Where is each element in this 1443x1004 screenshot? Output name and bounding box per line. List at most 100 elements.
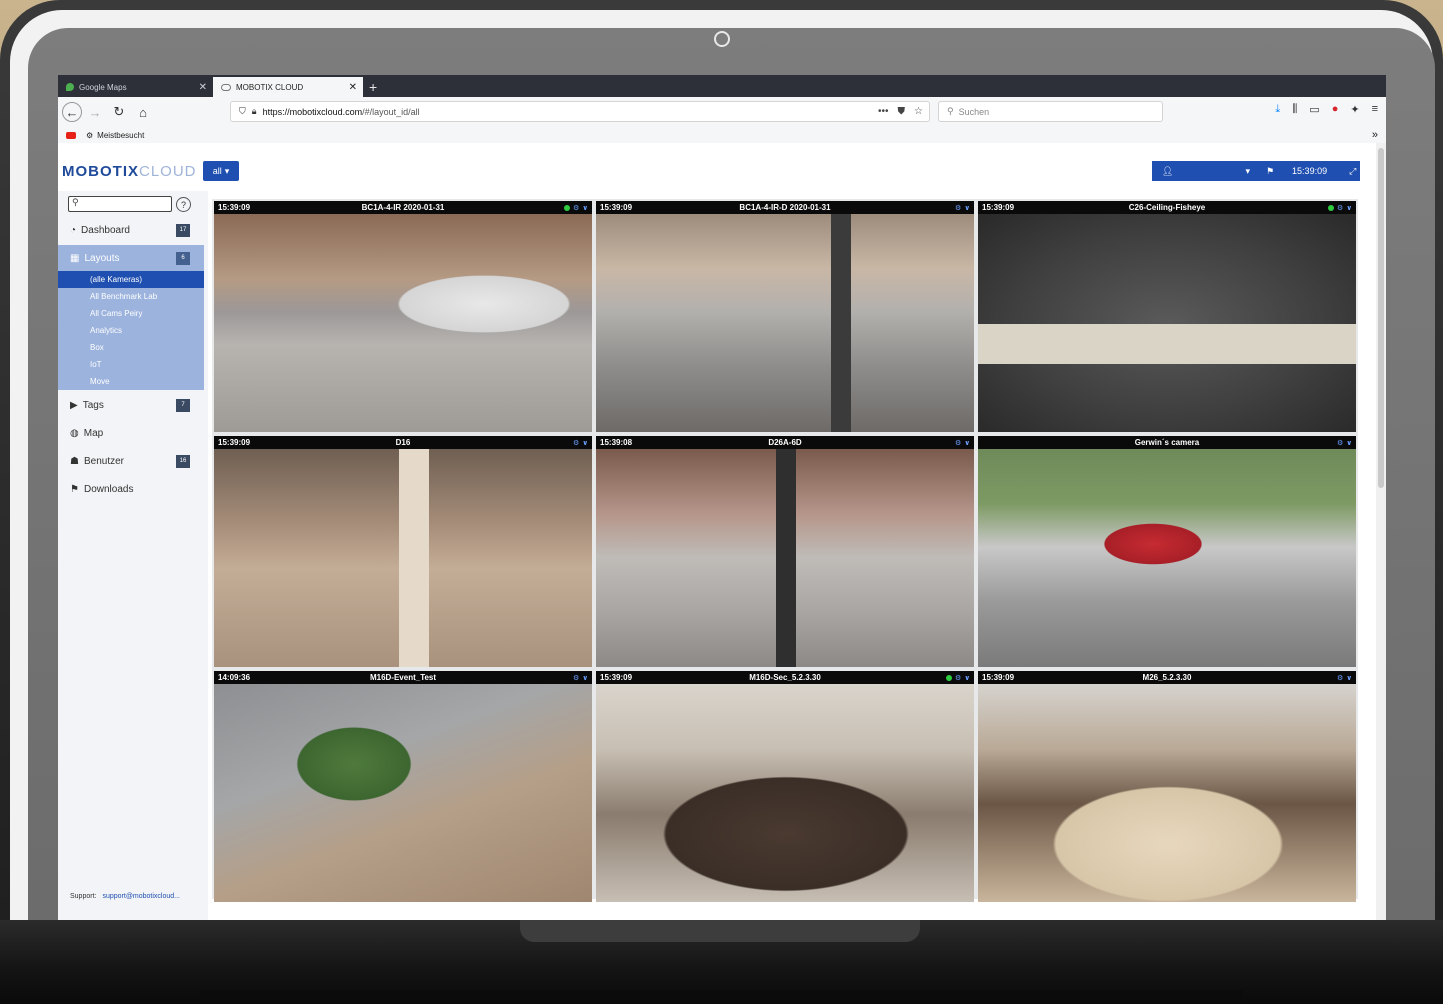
camera-name: BC1A-4-IR-D 2020-01-31 xyxy=(739,203,831,212)
sidebar-item-tags[interactable]: ▶ Tags 7 xyxy=(58,392,204,418)
home-icon[interactable]: ⌂ xyxy=(132,101,154,123)
sidebar-search-input[interactable]: ⚲ xyxy=(68,196,172,212)
mobotix-logo[interactable]: MOBOTIXCLOUD xyxy=(62,163,197,180)
camera-tile[interactable]: 15:39:09 D16 ⚙ ∨ xyxy=(214,436,592,667)
camera-tile[interactable]: 15:39:09 M16D-Sec_5.2.3.30 ⚙ ∨ xyxy=(596,671,974,902)
sidebar-icon[interactable]: ▭ xyxy=(1309,103,1319,116)
chevron-down-icon[interactable]: ∨ xyxy=(1346,204,1352,212)
video-camera-icon: ▶ xyxy=(70,399,78,411)
new-tab-button[interactable]: + xyxy=(363,77,383,97)
download-icon[interactable]: ⤓ xyxy=(1275,103,1280,116)
bookmarks-bar: ⚙ Meistbesucht » xyxy=(58,127,1386,143)
library-icon[interactable]: ⫼ xyxy=(1292,103,1297,116)
scope-dropdown[interactable]: all ▾ xyxy=(203,161,239,181)
layout-item[interactable]: (alle Kameras) xyxy=(58,271,204,288)
layout-item[interactable]: Analytics xyxy=(58,322,204,339)
help-icon[interactable]: ? xyxy=(176,197,191,212)
url-text: https://mobotixcloud.com/#/layout_id/all xyxy=(262,106,420,117)
camera-feed xyxy=(596,449,974,667)
chevron-down-icon[interactable]: ∨ xyxy=(1346,439,1352,447)
tab-google-maps[interactable]: Google Maps ✕ xyxy=(58,77,213,97)
layout-item[interactable]: Move xyxy=(58,373,204,390)
chevron-down-icon[interactable]: ∨ xyxy=(964,674,970,682)
more-actions-icon[interactable]: ••• xyxy=(878,106,889,117)
layout-item[interactable]: All Benchmark Lab xyxy=(58,288,204,305)
camera-title-bar: 15:39:09 BC1A-4-IR 2020-01-31 ⚙ ∨ xyxy=(214,201,592,214)
camera-title-bar: Gerwin´s camera ⚙ ∨ xyxy=(978,436,1356,449)
count-badge: 17 xyxy=(176,223,190,237)
camera-feed xyxy=(214,684,592,902)
camera-feed xyxy=(978,214,1356,432)
settings-icon[interactable]: ⚙ xyxy=(955,674,961,682)
extension-icon[interactable]: ✦ xyxy=(1350,103,1359,116)
close-icon[interactable]: ✕ xyxy=(349,82,357,93)
sidebar-item-downloads[interactable]: ⚑ Downloads xyxy=(58,476,204,502)
caret-down-icon[interactable]: ▾ xyxy=(1245,166,1250,177)
app-header: MOBOTIXCLOUD all ▾ 👤︎ ▾ ⚑ 15:39:09 ⤢ xyxy=(58,143,1376,191)
star-icon[interactable]: ☆ xyxy=(914,106,923,117)
scroll-thumb[interactable] xyxy=(1378,148,1384,488)
camera-tile[interactable]: 15:39:09 C26-Ceiling-Fisheye ⚙ ∨ xyxy=(978,201,1356,432)
settings-icon[interactable]: ⚙ xyxy=(573,204,579,212)
camera-tile[interactable]: 15:39:09 BC1A-4-IR 2020-01-31 ⚙ ∨ xyxy=(214,201,592,432)
chevron-down-icon[interactable]: ∨ xyxy=(964,439,970,447)
sidebar-item-layouts[interactable]: ▦ Layouts 6 xyxy=(58,245,204,271)
sidebar-item-map[interactable]: ◍ Map xyxy=(58,420,204,446)
tab-label: Google Maps xyxy=(79,82,127,92)
chevron-right-icon[interactable]: » xyxy=(1372,129,1378,141)
camera-tile[interactable]: Gerwin´s camera ⚙ ∨ xyxy=(978,436,1356,667)
camera-feed xyxy=(978,449,1356,667)
camera-tile[interactable]: 15:39:09 BC1A-4-IR-D 2020-01-31 ⚙ ∨ xyxy=(596,201,974,432)
cloud-favicon-icon xyxy=(221,83,231,91)
youtube-icon[interactable] xyxy=(66,131,76,139)
camera-title-bar: 15:39:09 BC1A-4-IR-D 2020-01-31 ⚙ ∨ xyxy=(596,201,974,214)
support-link[interactable]: support@mobotixcloud... xyxy=(102,893,180,900)
settings-icon[interactable]: ⚙ xyxy=(573,674,579,682)
settings-icon[interactable]: ⚙ xyxy=(573,439,579,447)
settings-icon[interactable]: ⚙ xyxy=(1337,204,1343,212)
close-icon[interactable]: ✕ xyxy=(199,82,207,93)
menu-icon[interactable]: ≡ xyxy=(1372,103,1378,116)
dashboard-icon: ◔ xyxy=(70,224,77,236)
settings-icon[interactable]: ⚙ xyxy=(955,439,961,447)
layout-item[interactable]: All Cams Peiry xyxy=(58,305,204,322)
camera-tile[interactable]: 15:39:09 M26_5.2.3.30 ⚙ ∨ xyxy=(978,671,1356,902)
chevron-down-icon[interactable]: ∨ xyxy=(964,204,970,212)
search-field[interactable]: ⚲ Suchen xyxy=(938,101,1163,122)
camera-title-bar: 15:39:09 M26_5.2.3.30 ⚙ ∨ xyxy=(978,671,1356,684)
page-scrollbar[interactable] xyxy=(1376,143,1386,920)
forward-arrow-icon[interactable]: → xyxy=(84,101,106,123)
sidebar-item-benutzer[interactable]: ☗ Benutzer 16 xyxy=(58,448,204,474)
adblock-icon[interactable]: ● xyxy=(1332,103,1339,116)
camera-tile[interactable]: 14:09:36 M16D-Event_Test ⚙ ∨ xyxy=(214,671,592,902)
expand-icon[interactable]: ⤢ xyxy=(1349,166,1356,177)
reload-icon[interactable]: ↻ xyxy=(108,101,130,123)
settings-icon[interactable]: ⚙ xyxy=(1337,674,1343,682)
camera-tile[interactable]: 15:39:08 D26A-6D ⚙ ∨ xyxy=(596,436,974,667)
header-toolbar: 👤︎ ▾ ⚑ 15:39:09 ⤢ xyxy=(1152,161,1360,181)
settings-icon[interactable]: ⚙ xyxy=(955,204,961,212)
camera-title-bar: 15:39:09 M16D-Sec_5.2.3.30 ⚙ ∨ xyxy=(596,671,974,684)
chevron-down-icon[interactable]: ∨ xyxy=(582,204,588,212)
sidebar-item-dashboard[interactable]: ◔ Dashboard 17 xyxy=(58,217,204,243)
search-icon: ⚲ xyxy=(947,106,954,116)
user-icon[interactable]: 👤︎ xyxy=(1162,166,1173,177)
camera-name: D16 xyxy=(395,438,411,447)
url-bar[interactable]: ⛉ 🔒︎ https://mobotixcloud.com/#/layout_i… xyxy=(230,101,930,122)
users-icon: ☗ xyxy=(70,455,79,467)
search-placeholder: Suchen xyxy=(958,106,990,117)
chevron-down-icon[interactable]: ∨ xyxy=(1346,674,1352,682)
tab-mobotix-cloud[interactable]: MOBOTIX CLOUD ✕ xyxy=(213,77,363,97)
chevron-down-icon[interactable]: ∨ xyxy=(582,674,588,682)
layout-item[interactable]: Box xyxy=(58,339,204,356)
camera-feed xyxy=(978,684,1356,902)
chevron-down-icon[interactable]: ∨ xyxy=(582,439,588,447)
flag-icon[interactable]: ⚑ xyxy=(1266,166,1274,177)
back-arrow-icon[interactable]: ← xyxy=(62,102,82,122)
maps-favicon-icon xyxy=(66,83,74,91)
bookmark-most-visited[interactable]: Meistbesucht xyxy=(97,131,144,140)
pocket-icon[interactable]: ⛊ xyxy=(898,106,906,117)
settings-icon[interactable]: ⚙ xyxy=(1337,439,1343,447)
layout-item[interactable]: IoT xyxy=(58,356,204,373)
laptop-notch xyxy=(520,920,920,942)
